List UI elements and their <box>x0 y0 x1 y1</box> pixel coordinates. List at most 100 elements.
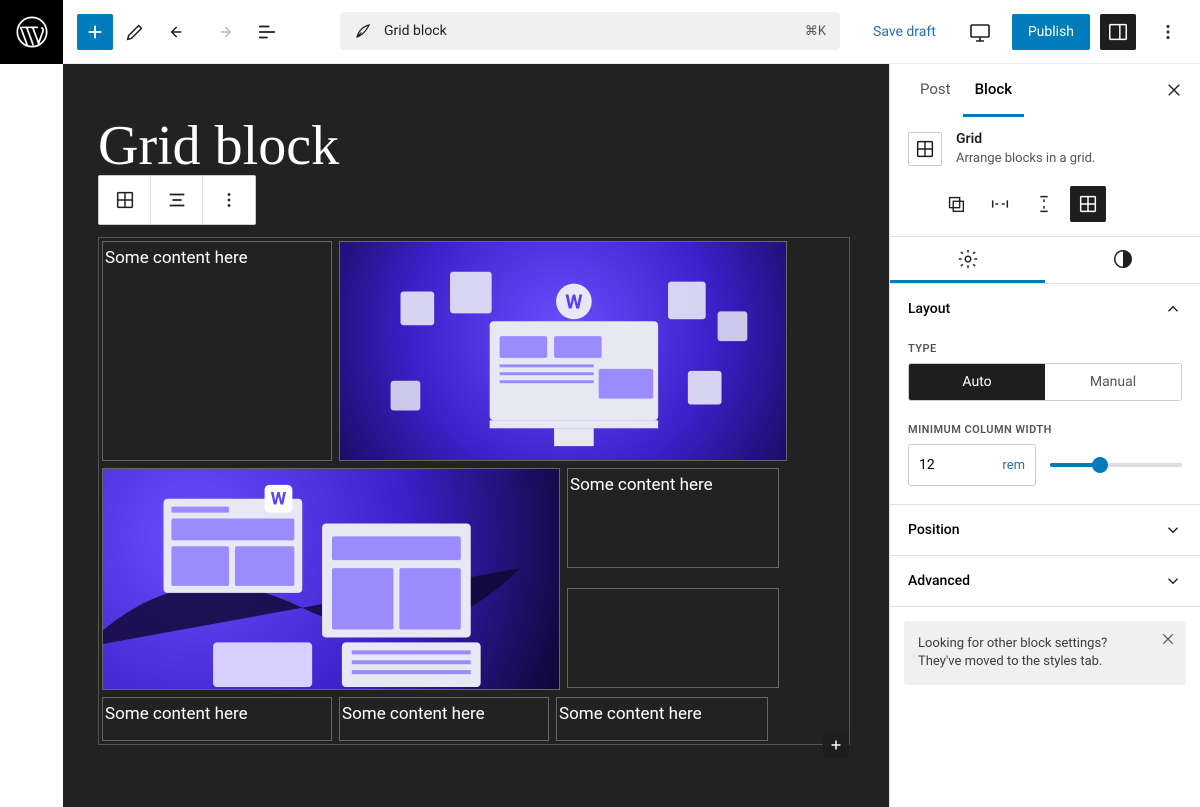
block-description: Arrange blocks in a grid. <box>956 151 1095 166</box>
settings-tab[interactable] <box>890 237 1045 283</box>
min-column-width-slider[interactable] <box>1050 463 1182 467</box>
redo-icon <box>212 21 234 43</box>
row-icon <box>989 193 1011 215</box>
grid-icon <box>914 138 936 160</box>
redo-button[interactable] <box>201 10 245 54</box>
chevron-down-icon <box>1164 521 1182 539</box>
post-title[interactable]: Grid block <box>98 114 339 178</box>
tab-post[interactable]: Post <box>908 64 963 117</box>
top-right-actions: Save draft Publish <box>861 0 1190 64</box>
block-inserter-button[interactable] <box>77 14 113 50</box>
close-sidebar-button[interactable] <box>1162 78 1186 102</box>
svg-text:W: W <box>565 290 582 313</box>
sidebar-icon <box>1107 21 1129 43</box>
grid-cell-empty[interactable] <box>567 588 779 688</box>
styles-moved-notice: Looking for other block settings? They'v… <box>904 621 1186 685</box>
position-panel-toggle[interactable]: Position <box>890 505 1200 555</box>
document-title: Grid block <box>384 23 447 39</box>
block-variations <box>890 180 1200 236</box>
layout-type-auto[interactable]: Auto <box>909 364 1045 400</box>
quill-icon <box>354 22 372 40</box>
grid-block[interactable]: Some content here W <box>98 237 850 745</box>
panel-title: Position <box>908 522 960 538</box>
block-card: Grid Arrange blocks in a grid. <box>890 117 1200 180</box>
grid-cell-text[interactable]: Some content here <box>556 697 768 741</box>
grid-icon <box>1077 193 1099 215</box>
more-vertical-icon <box>218 189 240 211</box>
svg-text:W: W <box>271 489 287 510</box>
tab-block[interactable]: Block <box>963 64 1024 117</box>
sidebar-tabs: Post Block <box>890 64 1200 117</box>
settings-sidebar-toggle[interactable] <box>1100 14 1136 50</box>
inspector-sub-tabs <box>890 236 1200 284</box>
grid-cell-image[interactable]: W <box>102 468 560 690</box>
grid-cell-text[interactable]: Some content here <box>567 468 779 568</box>
variation-grid[interactable] <box>1070 186 1106 222</box>
styles-tab[interactable] <box>1045 237 1200 283</box>
gear-icon <box>957 248 979 270</box>
command-shortcut: ⌘K <box>805 24 826 39</box>
panel-title: Layout <box>908 301 950 317</box>
layout-type-toggle: Auto Manual <box>908 363 1182 401</box>
variation-stack[interactable] <box>1026 186 1062 222</box>
min-column-width-input[interactable] <box>909 457 959 473</box>
block-card-icon <box>908 132 942 166</box>
align-center-icon <box>166 189 188 211</box>
undo-icon <box>168 21 190 43</box>
block-toolbar <box>98 175 256 225</box>
plus-icon <box>827 736 845 754</box>
grid-icon <box>114 189 136 211</box>
image-illustration: W <box>340 242 786 460</box>
close-icon <box>1160 631 1176 647</box>
grid-cell-text[interactable]: Some content here <box>339 697 549 741</box>
undo-button[interactable] <box>157 10 201 54</box>
layout-panel: Layout TYPE Auto Manual MINIMUM COLUMN W… <box>890 284 1200 505</box>
wordpress-icon <box>16 16 48 48</box>
more-vertical-icon <box>1157 21 1179 43</box>
desktop-icon <box>968 20 992 44</box>
save-draft-button[interactable]: Save draft <box>861 14 948 50</box>
preview-button[interactable] <box>958 10 1002 54</box>
grid-cell-text[interactable]: Some content here <box>102 697 332 741</box>
editor-top-bar: Grid block ⌘K Save draft Publish <box>0 0 1200 64</box>
grid-appender-button[interactable] <box>823 732 849 758</box>
styles-icon <box>1112 248 1134 270</box>
editor-canvas[interactable]: Grid block Some content here <box>63 64 889 807</box>
advanced-panel-toggle[interactable]: Advanced <box>890 556 1200 606</box>
group-icon <box>945 193 967 215</box>
command-center[interactable]: Grid block ⌘K <box>340 12 840 50</box>
tools-button[interactable] <box>113 10 157 54</box>
variation-row[interactable] <box>982 186 1018 222</box>
pencil-icon <box>124 21 146 43</box>
notice-text: Looking for other block settings? They'v… <box>918 636 1107 669</box>
variation-group[interactable] <box>938 186 974 222</box>
close-icon <box>1165 81 1183 99</box>
options-menu-button[interactable] <box>1146 10 1190 54</box>
list-view-icon <box>256 21 278 43</box>
block-name: Grid <box>956 131 1095 147</box>
min-column-width-input-wrapper: rem <box>908 444 1036 486</box>
block-type-button[interactable] <box>99 175 151 225</box>
image-illustration: W <box>103 469 559 689</box>
panel-title: Advanced <box>908 573 970 589</box>
layout-type-manual[interactable]: Manual <box>1045 364 1181 400</box>
grid-cell-text[interactable]: Some content here <box>102 241 332 461</box>
wordpress-logo[interactable] <box>0 0 63 64</box>
unit-select[interactable]: rem <box>1002 458 1025 473</box>
align-button[interactable] <box>151 175 203 225</box>
document-overview-button[interactable] <box>245 10 289 54</box>
mcw-label: MINIMUM COLUMN WIDTH <box>908 423 1182 436</box>
dismiss-notice-button[interactable] <box>1160 631 1176 647</box>
chevron-down-icon <box>1164 572 1182 590</box>
grid-cell-image[interactable]: W <box>339 241 787 461</box>
stack-icon <box>1033 193 1055 215</box>
position-panel: Position <box>890 505 1200 556</box>
layout-panel-toggle[interactable]: Layout <box>890 284 1200 334</box>
publish-button[interactable]: Publish <box>1012 14 1090 50</box>
plus-icon <box>84 21 106 43</box>
advanced-panel: Advanced <box>890 556 1200 607</box>
type-label: TYPE <box>908 342 1182 355</box>
chevron-up-icon <box>1164 300 1182 318</box>
settings-sidebar: Post Block Grid Arrange blocks in a grid… <box>889 64 1200 807</box>
block-options-button[interactable] <box>203 175 255 225</box>
